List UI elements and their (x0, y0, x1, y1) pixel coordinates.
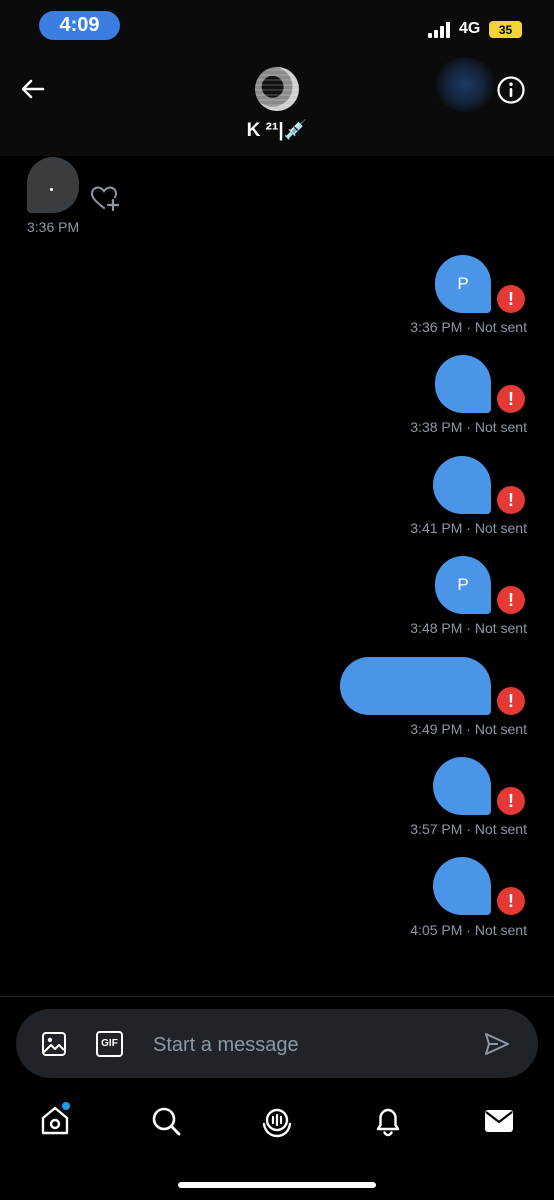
message-meta: 3:49 PM · Not sent (410, 721, 527, 737)
search-icon[interactable] (149, 1104, 183, 1138)
message-dot (50, 188, 53, 191)
sent-message-bubble[interactable]: P (435, 255, 491, 313)
send-icon[interactable] (483, 1030, 511, 1058)
contact-name[interactable]: K ²¹|💉 (200, 118, 354, 142)
back-arrow-icon[interactable] (18, 74, 48, 104)
error-icon[interactable]: ! (497, 486, 525, 514)
message-meta: 3:36 PM · Not sent (410, 319, 527, 335)
received-message-bubble[interactable] (27, 157, 79, 213)
composer-divider (0, 996, 554, 997)
home-indicator (178, 1182, 376, 1188)
message-composer: GIF (16, 1009, 538, 1078)
sent-message-bubble[interactable]: P (435, 556, 491, 614)
heart-plus-icon[interactable] (89, 184, 121, 212)
contact-avatar[interactable] (255, 67, 299, 111)
sent-message-bubble[interactable] (435, 355, 491, 413)
battery-charging-icon: 35 (489, 21, 522, 38)
error-icon[interactable]: ! (497, 586, 525, 614)
error-icon[interactable]: ! (497, 285, 525, 313)
message-time: 3:38 PM (410, 419, 463, 435)
message-time: 3:36 PM (410, 319, 463, 335)
signal-icon (428, 22, 450, 38)
received-message-time: 3:36 PM (27, 219, 80, 235)
message-time: 4:05 PM (410, 922, 463, 938)
message-meta: 3:57 PM · Not sent (410, 821, 527, 837)
sent-message-bubble[interactable] (433, 857, 491, 915)
error-icon[interactable]: ! (497, 887, 525, 915)
network-type: 4G (459, 20, 481, 37)
sent-message-bubble[interactable] (433, 757, 491, 815)
status-time: 4:09 (39, 11, 120, 40)
error-icon[interactable]: ! (497, 687, 525, 715)
conversation-header: K ²¹|💉 (0, 52, 554, 156)
home-notification-dot (62, 1102, 70, 1110)
sent-message-bubble[interactable] (340, 657, 491, 715)
not-sent-status[interactable]: · Not sent (466, 721, 527, 737)
error-icon[interactable]: ! (497, 787, 525, 815)
message-meta: 4:05 PM · Not sent (410, 922, 527, 938)
message-meta: 3:41 PM · Not sent (410, 520, 527, 536)
not-sent-status[interactable]: · Not sent (466, 821, 527, 837)
message-time: 3:49 PM (410, 721, 463, 737)
blurred-region (435, 57, 495, 112)
not-sent-status[interactable]: · Not sent (466, 922, 527, 938)
not-sent-status[interactable]: · Not sent (466, 319, 527, 335)
gif-icon[interactable]: GIF (96, 1031, 123, 1057)
image-icon[interactable] (41, 1031, 67, 1057)
notifications-icon[interactable] (371, 1104, 405, 1138)
sent-message-bubble[interactable] (433, 456, 491, 514)
gif-label: GIF (101, 1038, 118, 1049)
messages-icon[interactable] (482, 1104, 516, 1138)
message-time: 3:57 PM (410, 821, 463, 837)
not-sent-status[interactable]: · Not sent (466, 520, 527, 536)
status-bar: 4:09 4G 35 (0, 0, 554, 52)
not-sent-status[interactable]: · Not sent (466, 620, 527, 636)
not-sent-status[interactable]: · Not sent (466, 419, 527, 435)
battery-level: 35 (498, 22, 513, 37)
spaces-icon[interactable] (260, 1104, 294, 1138)
message-meta: 3:38 PM · Not sent (410, 419, 527, 435)
message-meta: 3:48 PM · Not sent (410, 620, 527, 636)
message-time: 3:48 PM (410, 620, 463, 636)
info-icon[interactable] (496, 75, 526, 105)
message-time: 3:41 PM (410, 520, 463, 536)
error-icon[interactable]: ! (497, 385, 525, 413)
message-input[interactable] (151, 1026, 475, 1064)
